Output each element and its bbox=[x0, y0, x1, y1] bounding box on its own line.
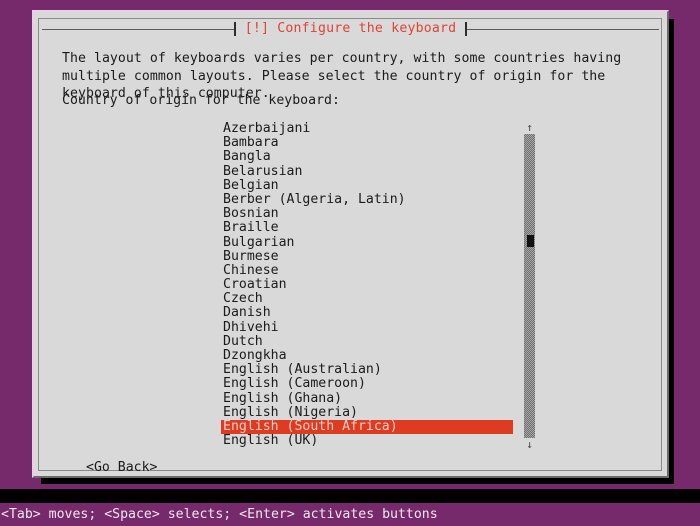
list-item[interactable]: Belarusian bbox=[221, 164, 513, 179]
list-item[interactable]: Bosnian bbox=[221, 206, 513, 221]
list-item[interactable]: Chinese bbox=[221, 263, 513, 278]
prompt-label: Country of origin for the keyboard: bbox=[62, 93, 340, 108]
list-item[interactable]: Azerbaijani bbox=[221, 121, 513, 136]
list-item[interactable]: Dzongkha bbox=[221, 348, 513, 363]
scrollbar-track[interactable] bbox=[524, 134, 535, 438]
list-item[interactable]: Bambara bbox=[221, 135, 513, 150]
list-item[interactable]: Bulgarian bbox=[221, 235, 513, 250]
country-list[interactable]: Azerbaijani Bambara Bangla Belarusian Belgia… bbox=[221, 121, 513, 450]
list-scrollbar[interactable]: ↑ ↓ bbox=[523, 122, 536, 450]
configure-keyboard-dialog: [!] Configure the keyboard The layout of… bbox=[32, 10, 669, 478]
go-back-button[interactable]: <Go Back> bbox=[86, 460, 157, 476]
list-item[interactable]: Berber (Algeria, Latin) bbox=[221, 192, 513, 207]
list-item[interactable]: Czech bbox=[221, 292, 513, 306]
list-item[interactable]: English (UK) bbox=[221, 433, 513, 448]
list-item[interactable]: English (South Africa) bbox=[221, 419, 513, 435]
list-item[interactable]: Dutch bbox=[221, 334, 513, 349]
list-item[interactable]: English (Ghana) bbox=[221, 391, 513, 406]
list-item[interactable]: Danish bbox=[221, 306, 513, 320]
list-item[interactable]: Bangla bbox=[221, 150, 513, 164]
list-item[interactable]: Dhivehi bbox=[221, 320, 513, 335]
list-item[interactable]: English (Nigeria) bbox=[221, 405, 513, 420]
list-item[interactable]: Belgian bbox=[221, 178, 513, 193]
list-item[interactable]: English (Australian) bbox=[221, 362, 513, 377]
scroll-up-arrow-icon[interactable]: ↑ bbox=[523, 122, 536, 133]
status-bar-backdrop bbox=[0, 489, 700, 503]
list-item[interactable]: Croatian bbox=[221, 277, 513, 292]
list-item[interactable]: Burmese bbox=[221, 249, 513, 264]
list-item[interactable]: English (Cameroon) bbox=[221, 377, 513, 391]
scrollbar-thumb[interactable] bbox=[527, 235, 534, 247]
status-bar-hint: <Tab> moves; <Space> selects; <Enter> ac… bbox=[0, 503, 700, 526]
list-item[interactable]: Braille bbox=[221, 221, 513, 235]
installer-screen: [!] Configure the keyboard The layout of… bbox=[0, 0, 700, 526]
scroll-down-arrow-icon[interactable]: ↓ bbox=[523, 439, 536, 450]
